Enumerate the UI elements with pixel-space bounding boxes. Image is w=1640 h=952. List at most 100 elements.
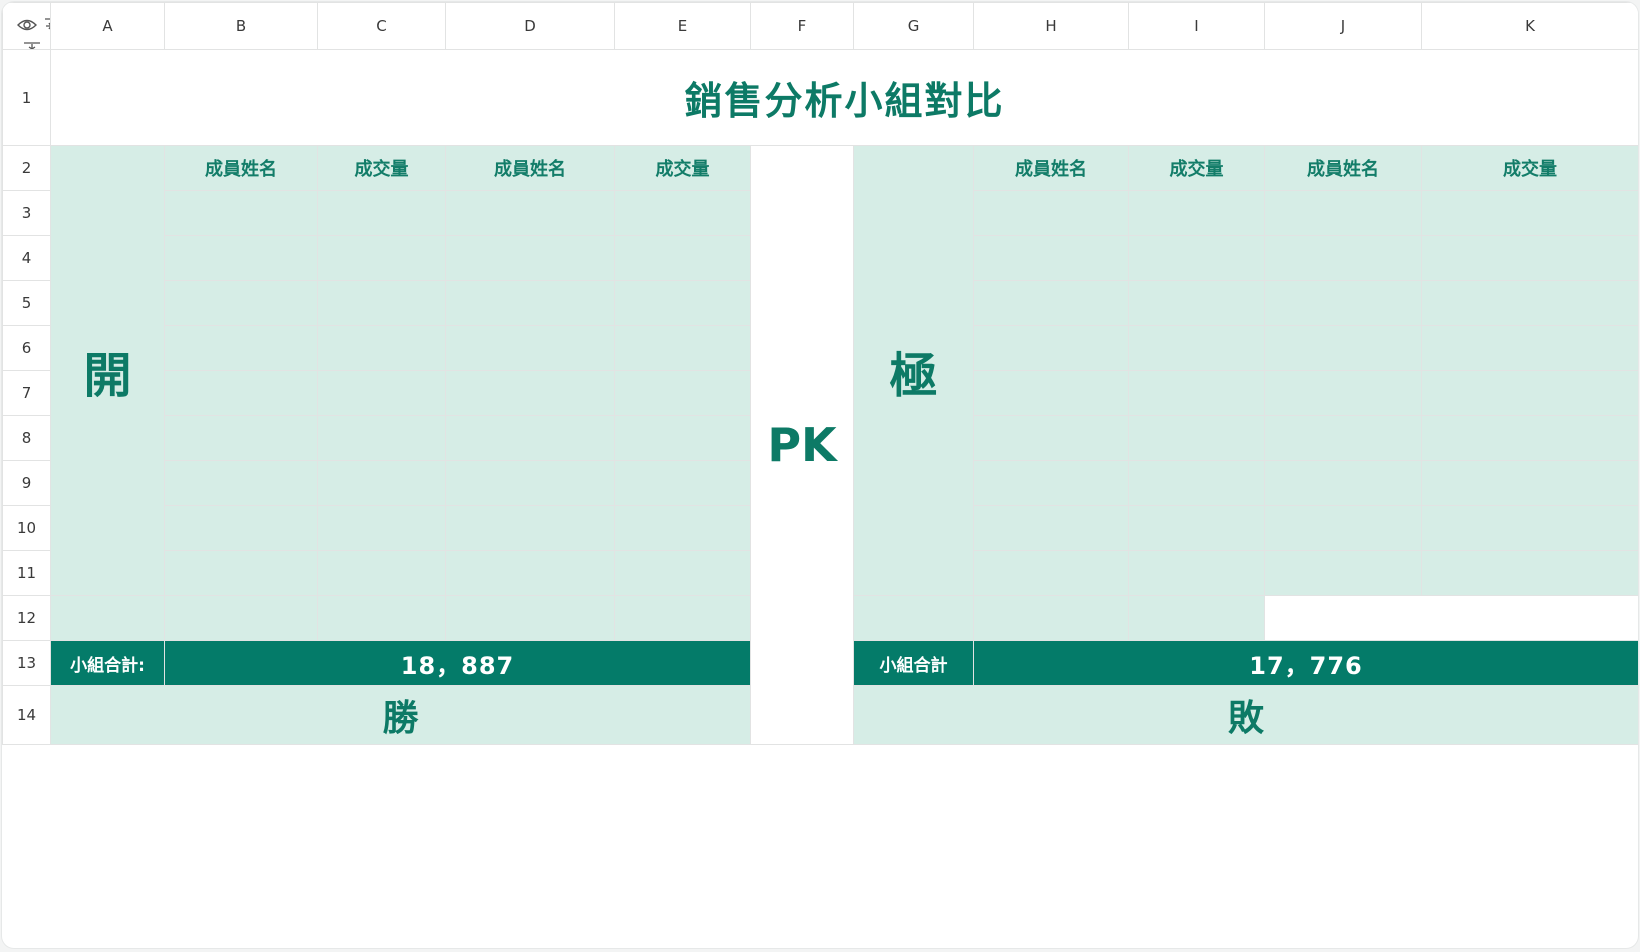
grid-cell[interactable] xyxy=(1264,280,1422,326)
grid-cell[interactable] xyxy=(973,370,1129,416)
grid-cell[interactable] xyxy=(1421,370,1638,416)
grid-cell[interactable] xyxy=(445,550,615,596)
grid-cell[interactable] xyxy=(317,595,446,641)
team-left-volume-header-2[interactable]: 成交量 xyxy=(614,145,751,191)
column-header-f[interactable]: F xyxy=(750,2,854,50)
grid-cell[interactable] xyxy=(164,595,318,641)
grid-cell[interactable] xyxy=(317,190,446,236)
select-all-corner[interactable] xyxy=(2,2,51,50)
column-header-h[interactable]: H xyxy=(973,2,1129,50)
row-header-9[interactable]: 9 xyxy=(2,460,51,506)
grid-cell[interactable] xyxy=(973,415,1129,461)
grid-cell[interactable] xyxy=(1264,370,1422,416)
grid-cell[interactable] xyxy=(1264,190,1422,236)
versus-cell[interactable]: PK xyxy=(750,145,854,745)
column-header-a[interactable]: A xyxy=(50,2,165,50)
grid-cell[interactable] xyxy=(614,595,751,641)
grid-cell[interactable] xyxy=(973,505,1129,551)
row-header-1[interactable]: 1 xyxy=(2,49,51,146)
column-header-b[interactable]: B xyxy=(164,2,318,50)
team-right-volume-header-2[interactable]: 成交量 xyxy=(1421,145,1638,191)
row-header-3[interactable]: 3 xyxy=(2,190,51,236)
team-left-member-header-2[interactable]: 成員姓名 xyxy=(445,145,615,191)
grid-cell[interactable] xyxy=(614,550,751,596)
team-right-member-header-2[interactable]: 成員姓名 xyxy=(1264,145,1422,191)
team-right-member-header-1[interactable]: 成員姓名 xyxy=(973,145,1129,191)
team-left-member-header-1[interactable]: 成員姓名 xyxy=(164,145,318,191)
column-header-i[interactable]: I xyxy=(1128,2,1265,50)
grid-cell[interactable] xyxy=(445,595,615,641)
column-header-e[interactable]: E xyxy=(614,2,751,50)
row-header-10[interactable]: 10 xyxy=(2,505,51,551)
grid-cell[interactable] xyxy=(973,190,1129,236)
column-header-k[interactable]: K xyxy=(1421,2,1638,50)
grid-cell[interactable] xyxy=(317,415,446,461)
freeze-columns-icon[interactable] xyxy=(43,17,51,35)
column-header-d[interactable]: D xyxy=(445,2,615,50)
grid-cell[interactable] xyxy=(445,325,615,371)
grid-cell[interactable] xyxy=(1421,280,1638,326)
grid-cell[interactable] xyxy=(1128,460,1265,506)
grid-cell[interactable] xyxy=(1421,550,1638,596)
grid-cell[interactable] xyxy=(1264,235,1422,281)
grid-cell[interactable] xyxy=(164,505,318,551)
grid-cell[interactable] xyxy=(445,190,615,236)
grid-cell[interactable] xyxy=(1421,190,1638,236)
column-header-g[interactable]: G xyxy=(853,2,974,50)
row-header-5[interactable]: 5 xyxy=(2,280,51,326)
grid-cell[interactable] xyxy=(1421,235,1638,281)
grid-cell[interactable] xyxy=(164,235,318,281)
grid-cell[interactable] xyxy=(445,460,615,506)
grid-cell[interactable] xyxy=(164,190,318,236)
grid-cell[interactable] xyxy=(317,550,446,596)
row-header-11[interactable]: 11 xyxy=(2,550,51,596)
grid-cell[interactable] xyxy=(164,370,318,416)
team-right-volume-header-1[interactable]: 成交量 xyxy=(1128,145,1265,191)
grid-cell[interactable] xyxy=(317,370,446,416)
row-header-13[interactable]: 13 xyxy=(2,640,51,686)
row-header-12[interactable]: 12 xyxy=(2,595,51,641)
grid-cell[interactable] xyxy=(973,595,1129,641)
grid-cell[interactable] xyxy=(614,325,751,371)
team-right-total-value[interactable]: 17，776 xyxy=(973,640,1638,686)
grid-cell[interactable] xyxy=(445,415,615,461)
grid-cell[interactable] xyxy=(445,280,615,326)
grid-cell[interactable] xyxy=(1264,505,1422,551)
grid-cell[interactable] xyxy=(614,280,751,326)
team-left-name-cell[interactable]: 開 xyxy=(50,145,165,596)
team-left-result-cell[interactable]: 勝 xyxy=(50,685,751,745)
team-left-total-value[interactable]: 18，887 xyxy=(164,640,751,686)
grid-cell[interactable] xyxy=(1421,460,1638,506)
grid-cell[interactable] xyxy=(164,460,318,506)
team-right-name-cell[interactable]: 極 xyxy=(853,145,974,596)
grid-cell[interactable] xyxy=(614,505,751,551)
grid-cell[interactable] xyxy=(317,325,446,371)
grid-cell[interactable] xyxy=(1128,505,1265,551)
grid-cell[interactable] xyxy=(164,280,318,326)
grid-cell[interactable] xyxy=(1264,325,1422,371)
grid-cell[interactable] xyxy=(164,415,318,461)
row-header-4[interactable]: 4 xyxy=(2,235,51,281)
column-header-j[interactable]: J xyxy=(1264,2,1422,50)
team-right-result-cell[interactable]: 敗 xyxy=(853,685,1638,745)
grid-cell[interactable] xyxy=(1128,415,1265,461)
grid-cell[interactable] xyxy=(973,550,1129,596)
row-header-8[interactable]: 8 xyxy=(2,415,51,461)
team-left-total-label[interactable]: 小組合計: xyxy=(50,640,165,686)
grid-cell[interactable] xyxy=(317,235,446,281)
team-left-volume-header-1[interactable]: 成交量 xyxy=(317,145,446,191)
grid-cell[interactable] xyxy=(164,325,318,371)
grid-cell[interactable] xyxy=(614,235,751,281)
grid-cell[interactable] xyxy=(317,505,446,551)
column-header-c[interactable]: C xyxy=(317,2,446,50)
eye-icon[interactable] xyxy=(17,17,37,33)
grid-cell[interactable] xyxy=(973,460,1129,506)
grid-cell[interactable] xyxy=(1128,280,1265,326)
row-header-7[interactable]: 7 xyxy=(2,370,51,416)
grid-cell[interactable] xyxy=(317,280,446,326)
row-header-14[interactable]: 14 xyxy=(2,685,51,745)
grid-cell[interactable] xyxy=(1264,460,1422,506)
grid-cell[interactable] xyxy=(973,325,1129,371)
grid-cell[interactable] xyxy=(1128,325,1265,371)
team-right-total-label[interactable]: 小組合計 xyxy=(853,640,974,686)
